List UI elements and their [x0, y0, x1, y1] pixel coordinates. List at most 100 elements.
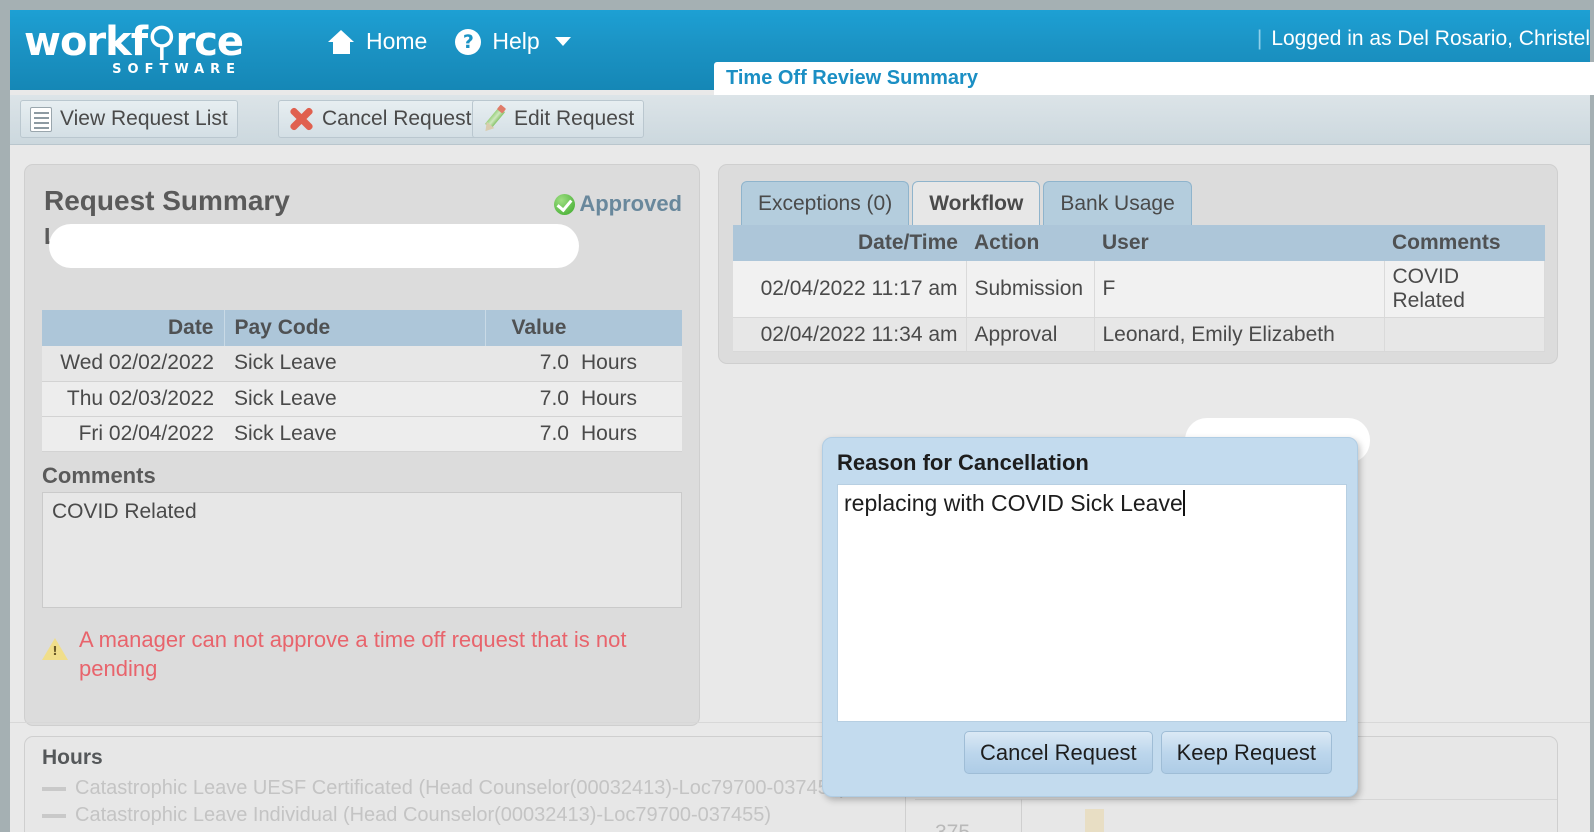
- request-summary-table: Date Pay Code Value Wed 02/02/2022 Sick …: [42, 310, 682, 452]
- hours-title: Hours: [42, 746, 103, 769]
- cell-comments: [1384, 317, 1545, 352]
- cell-comments: COVID Related: [1384, 261, 1545, 318]
- table-row[interactable]: 02/04/2022 11:17 am Submission F COVID R…: [733, 261, 1545, 318]
- cell-user: F: [1094, 261, 1385, 318]
- column-header-action: Action: [966, 225, 1094, 261]
- comments-label: Comments: [42, 463, 156, 488]
- nav-home[interactable]: Home: [328, 28, 427, 55]
- status-badge-label: Approved: [579, 191, 682, 216]
- cell-value-unit: Hours: [581, 421, 638, 445]
- check-circle-icon: [554, 193, 576, 215]
- modal-button-row: Cancel Request Keep Request: [964, 731, 1332, 774]
- hours-value-cell: 375: [935, 821, 970, 832]
- logo-person-o-icon: ⚲: [147, 19, 176, 65]
- text-cursor: [1182, 490, 1185, 516]
- logged-in-divider: |: [1256, 27, 1263, 50]
- cell-action: Submission: [966, 261, 1095, 318]
- detail-tabs: Exceptions (0) Workflow Bank Usage: [741, 181, 1195, 225]
- cell-date: Thu 02/03/2022: [42, 381, 224, 417]
- table-row[interactable]: Fri 02/04/2022 Sick Leave 7.0 Hours: [42, 416, 682, 452]
- logged-in-label: Logged in as Del Rosario, Christel: [1271, 27, 1590, 50]
- window-chrome-right: [1590, 0, 1594, 832]
- help-question-icon: ?: [455, 28, 482, 55]
- legend-label: Catastrophic Leave Individual (Head Coun…: [75, 804, 772, 826]
- window-chrome-top: [0, 0, 1594, 10]
- cell-date: Wed 02/02/2022: [42, 346, 224, 382]
- pencil-icon: [481, 104, 507, 135]
- hours-column-divider: [1021, 799, 1022, 832]
- cancellation-modal: Reason for Cancellation replacing with C…: [822, 437, 1358, 797]
- nav-help-label: Help: [492, 28, 540, 54]
- column-header-user: User: [1094, 225, 1384, 261]
- logo-wordmark-tail: rce: [175, 19, 244, 65]
- comments-field[interactable]: COVID Related: [42, 492, 682, 608]
- nav-help[interactable]: ? Help: [455, 28, 571, 55]
- table-row[interactable]: Wed 02/02/2022 Sick Leave 7.0 Hours: [42, 346, 682, 382]
- request-summary-panel: Request Summary Approved Loc79700-037455…: [24, 164, 700, 726]
- logo-wordmark: workf⚲rce: [24, 19, 244, 65]
- hours-row-divider: [915, 799, 1557, 800]
- column-header-datetime: Date/Time: [733, 225, 966, 261]
- cancel-request-button[interactable]: Cancel Request: [278, 100, 482, 138]
- hours-bar: [1085, 809, 1104, 832]
- warning-message: A manager can not approve a time off req…: [42, 625, 687, 683]
- column-header-comments: Comments: [1384, 225, 1545, 261]
- tab-bank-usage[interactable]: Bank Usage: [1043, 181, 1192, 225]
- workflow-table: Date/Time Action User Comments 02/04/202…: [733, 225, 1545, 352]
- cell-value: 7.0 Hours: [485, 416, 682, 452]
- edit-request-button[interactable]: Edit Request: [472, 100, 645, 138]
- cell-value-unit: Hours: [581, 386, 638, 410]
- window-chrome-left: [0, 0, 10, 832]
- column-header-date: Date: [42, 310, 225, 346]
- column-header-value: Value: [485, 310, 682, 346]
- cell-date: Fri 02/04/2022: [42, 416, 224, 452]
- cell-value: 7.0 Hours: [485, 381, 682, 417]
- warning-triangle-icon: [42, 638, 68, 660]
- cancel-request-label: Cancel Request: [322, 107, 472, 130]
- home-icon: [328, 29, 355, 54]
- cancellation-reason-input[interactable]: replacing with COVID Sick Leave: [837, 484, 1347, 722]
- cell-user: Leonard, Emily Elizabeth: [1094, 317, 1385, 352]
- table-row[interactable]: 02/04/2022 11:34 am Approval Leonard, Em…: [733, 317, 1545, 352]
- column-header-pay-code: Pay Code: [224, 310, 486, 346]
- workforce-logo: workf⚲rce SOFTWARE: [24, 19, 244, 77]
- view-request-list-button[interactable]: View Request List: [20, 100, 238, 138]
- cell-value-number: 7.0: [539, 351, 569, 375]
- cell-value: 7.0 Hours: [485, 346, 682, 382]
- page-tab-label: Time Off Review Summary: [726, 67, 978, 89]
- redaction-overlay-person: [49, 224, 579, 268]
- cell-datetime: 02/04/2022 11:17 am: [733, 261, 967, 318]
- logged-in-status: | Logged in as Del Rosario, Christel: [1257, 27, 1590, 51]
- tab-exceptions[interactable]: Exceptions (0): [741, 181, 910, 225]
- view-request-list-label: View Request List: [60, 107, 228, 130]
- legend-item[interactable]: Catastrophic Leave Individual (Head Coun…: [42, 802, 847, 829]
- modal-keep-request-button[interactable]: Keep Request: [1160, 731, 1332, 774]
- table-row[interactable]: Thu 02/03/2022 Sick Leave 7.0 Hours: [42, 381, 682, 417]
- cell-value-number: 7.0: [539, 421, 569, 445]
- legend-item[interactable]: Catastrophic Leave UESF Certificated (He…: [42, 775, 847, 802]
- legend-swatch-icon: [42, 813, 66, 818]
- detail-panel: Exceptions (0) Workflow Bank Usage Date/…: [718, 164, 1558, 364]
- cell-value-number: 7.0: [539, 386, 569, 410]
- legend-label: Catastrophic Leave UESF Certificated (He…: [75, 777, 847, 799]
- page-title: Request Summary: [44, 185, 290, 216]
- status-badge: Approved: [554, 191, 682, 217]
- cell-datetime: 02/04/2022 11:34 am: [733, 317, 967, 352]
- modal-cancel-request-button[interactable]: Cancel Request: [964, 731, 1153, 774]
- cell-action: Approval: [966, 317, 1095, 352]
- cell-pay-code: Sick Leave: [224, 416, 485, 452]
- table-header-row: Date/Time Action User Comments: [733, 225, 1545, 261]
- list-icon: [30, 106, 52, 132]
- logo-wordmark-text: workf: [24, 19, 148, 65]
- hours-legend: Catastrophic Leave UESF Certificated (He…: [42, 775, 847, 829]
- cell-pay-code: Sick Leave: [224, 346, 485, 382]
- edit-request-label: Edit Request: [514, 107, 635, 130]
- cell-value-unit: Hours: [581, 351, 638, 375]
- primary-nav: Home ? Help: [328, 28, 571, 55]
- chevron-down-icon: [554, 37, 571, 46]
- comments-value: COVID Related: [52, 500, 197, 523]
- close-x-icon: [288, 106, 314, 132]
- page-tab-time-off-review-summary[interactable]: Time Off Review Summary: [714, 62, 1594, 95]
- tab-workflow[interactable]: Workflow: [912, 181, 1041, 225]
- warning-text: A manager can not approve a time off req…: [79, 627, 627, 681]
